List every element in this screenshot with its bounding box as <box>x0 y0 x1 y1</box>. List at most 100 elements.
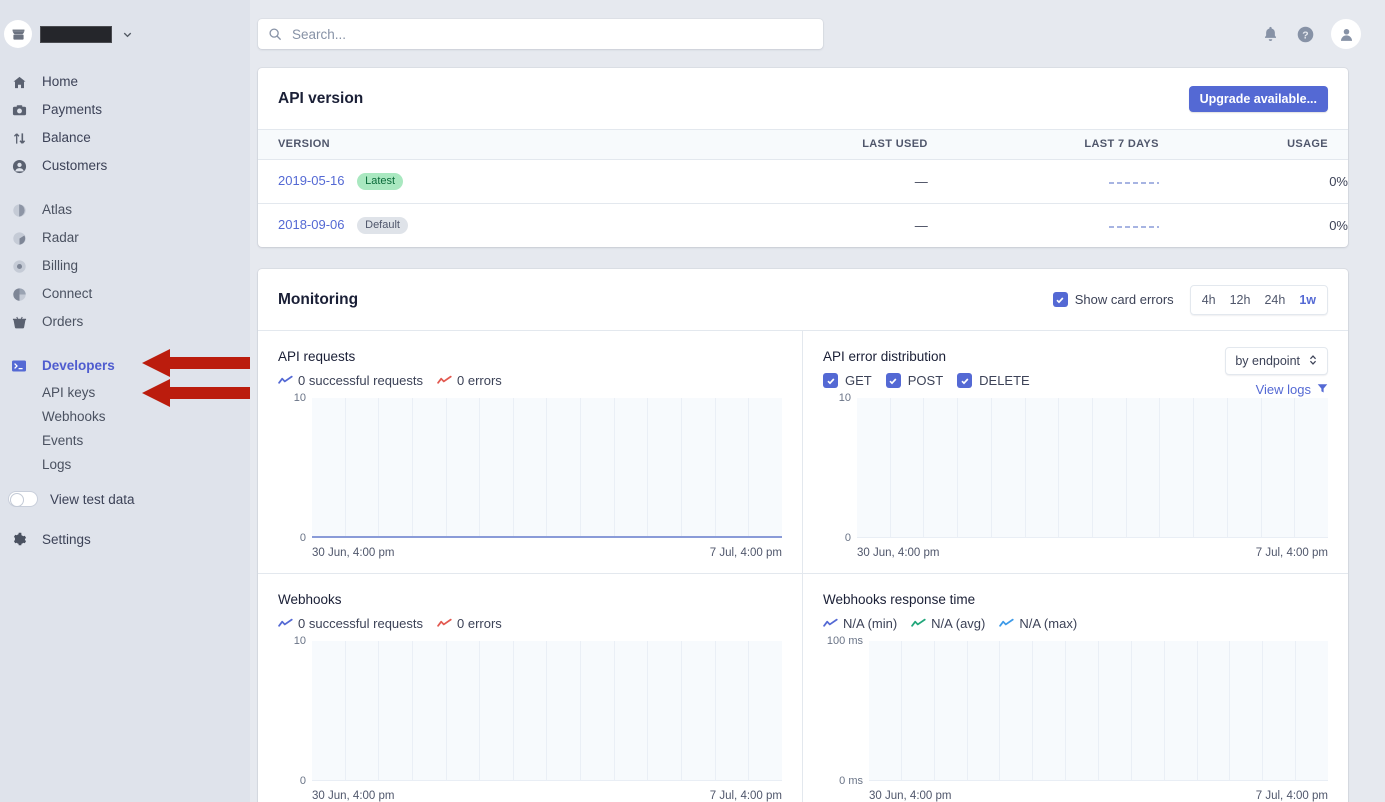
sidebar-item-atlas[interactable]: Atlas <box>0 196 250 224</box>
radar-icon <box>8 231 30 246</box>
chart-api-requests: 10 0 <box>278 398 782 538</box>
api-version-card-header: API version Upgrade available... <box>258 68 1348 129</box>
filter-label: POST <box>908 373 943 388</box>
filter-funnel-icon <box>1317 382 1328 397</box>
y-axis: 100 ms 0 ms <box>823 641 869 781</box>
x-axis-labels: 30 Jun, 4:00 pm 7 Jul, 4:00 pm <box>857 547 1328 559</box>
panel-webhooks-response-time: Webhooks response time N/A (min) N/A (av… <box>803 573 1348 802</box>
legend-label: 0 successful requests <box>298 373 423 388</box>
orders-icon <box>8 315 30 330</box>
sidebar-subitem-label: Webhooks <box>42 409 106 424</box>
search-input[interactable] <box>290 26 813 43</box>
page-title: API version <box>278 90 363 108</box>
last-7-days-sparkline-cell <box>928 160 1159 204</box>
search-bar[interactable] <box>258 19 823 49</box>
sparkline-icon <box>1109 174 1159 189</box>
y-tick-max: 100 ms <box>827 635 863 647</box>
show-card-errors-label: Show card errors <box>1075 292 1174 307</box>
x-tick-end: 7 Jul, 4:00 pm <box>710 790 782 802</box>
sidebar-item-label: Connect <box>42 287 92 301</box>
sidebar-item-payments[interactable]: Payments <box>0 96 250 124</box>
time-range-12h[interactable]: 12h <box>1223 286 1258 314</box>
sidebar-item-connect[interactable]: Connect <box>0 280 250 308</box>
gridlines <box>869 641 1328 780</box>
legend-label: N/A (avg) <box>931 616 985 631</box>
panel-api-error-distribution: API error distribution GET <box>803 330 1348 573</box>
store-icon <box>4 20 32 48</box>
gridlines <box>312 398 782 536</box>
y-tick-max: 10 <box>294 635 306 647</box>
sidebar-item-settings[interactable]: Settings <box>0 526 250 554</box>
main-area: ? API version Upgrade available... <box>250 0 1385 802</box>
account-name-redacted <box>40 26 112 43</box>
upgrade-available-button[interactable]: Upgrade available... <box>1189 86 1328 112</box>
toggle-switch-icon[interactable] <box>8 491 38 507</box>
legend-errors: 0 errors <box>437 373 502 388</box>
sidebar-item-balance[interactable]: Balance <box>0 124 250 152</box>
time-range-24h[interactable]: 24h <box>1257 286 1292 314</box>
plot-area <box>312 641 782 781</box>
chart-legend: 0 successful requests 0 errors <box>278 373 782 388</box>
time-range-selector: 4h 12h 24h 1w <box>1190 285 1328 315</box>
status-badge: Default <box>357 217 408 234</box>
account-switcher[interactable] <box>0 0 250 68</box>
topbar-icons: ? <box>1261 19 1361 49</box>
sidebar-item-events[interactable]: Events <box>0 428 250 452</box>
table-row[interactable]: 2018-09-06 Default — 0% <box>258 204 1348 248</box>
sidebar-subitem-label: API keys <box>42 385 95 400</box>
checkbox-checked-icon[interactable] <box>957 373 972 388</box>
x-tick-end: 7 Jul, 4:00 pm <box>1256 547 1328 559</box>
x-tick-start: 30 Jun, 4:00 pm <box>312 547 394 559</box>
panel-controls: by endpoint View logs <box>1225 347 1328 397</box>
y-tick-max: 10 <box>839 392 851 404</box>
filter-post[interactable]: POST <box>886 373 943 388</box>
version-link[interactable]: 2019-05-16 <box>278 173 345 188</box>
table-row[interactable]: 2019-05-16 Latest — 0% <box>258 160 1348 204</box>
monitoring-card-header: Monitoring Show card errors 4h 12h 24h <box>258 269 1348 330</box>
api-version-card: API version Upgrade available... VERSION… <box>258 68 1348 247</box>
home-icon <box>8 75 30 90</box>
usage-cell: 0% <box>1159 204 1348 248</box>
checkbox-checked-icon[interactable] <box>1053 292 1068 307</box>
annotation-red-double-arrow <box>142 349 250 407</box>
stripe-dashboard-developers-page: Home Payments Balance <box>0 0 1385 802</box>
sidebar-item-orders[interactable]: Orders <box>0 308 250 336</box>
usage-cell: 0% <box>1159 160 1348 204</box>
checkbox-checked-icon[interactable] <box>886 373 901 388</box>
sidebar-item-logs[interactable]: Logs <box>0 452 250 476</box>
sidebar-item-label: Customers <box>42 159 107 173</box>
account-avatar-icon[interactable] <box>1331 19 1361 49</box>
column-header-last-7-days: LAST 7 DAYS <box>928 130 1159 160</box>
time-range-4h[interactable]: 4h <box>1195 286 1223 314</box>
sidebar-item-radar[interactable]: Radar <box>0 224 250 252</box>
sidebar-item-customers[interactable]: Customers <box>0 152 250 180</box>
sidebar: Home Payments Balance <box>0 0 250 802</box>
sidebar-item-billing[interactable]: Billing <box>0 252 250 280</box>
legend-label: 0 errors <box>457 616 502 631</box>
time-range-1w[interactable]: 1w <box>1292 286 1323 314</box>
notifications-bell-icon[interactable] <box>1261 25 1280 44</box>
view-logs-link[interactable]: View logs <box>1256 382 1328 397</box>
group-by-select[interactable]: by endpoint <box>1225 347 1328 375</box>
legend-label: 0 successful requests <box>298 616 423 631</box>
x-axis-labels: 30 Jun, 4:00 pm 7 Jul, 4:00 pm <box>869 790 1328 802</box>
filter-label: GET <box>845 373 872 388</box>
page-content: API version Upgrade available... VERSION… <box>250 68 1385 802</box>
checkbox-checked-icon[interactable] <box>823 373 838 388</box>
version-link[interactable]: 2018-09-06 <box>278 217 345 232</box>
help-question-icon[interactable]: ? <box>1296 25 1315 44</box>
x-tick-start: 30 Jun, 4:00 pm <box>869 790 951 802</box>
x-tick-end: 7 Jul, 4:00 pm <box>710 547 782 559</box>
y-tick-min: 0 ms <box>839 775 863 787</box>
sidebar-item-home[interactable]: Home <box>0 68 250 96</box>
sidebar-item-webhooks[interactable]: Webhooks <box>0 404 250 428</box>
show-card-errors-checkbox[interactable]: Show card errors <box>1053 292 1174 307</box>
chart-api-error-distribution: 10 0 <box>823 398 1328 538</box>
filter-get[interactable]: GET <box>823 373 872 388</box>
status-badge: Latest <box>357 173 403 190</box>
view-test-data-toggle[interactable]: View test data <box>0 484 250 514</box>
version-cell: 2019-05-16 Latest <box>258 160 724 204</box>
gridlines <box>312 641 782 780</box>
filter-delete[interactable]: DELETE <box>957 373 1030 388</box>
chevron-down-icon <box>121 28 134 41</box>
